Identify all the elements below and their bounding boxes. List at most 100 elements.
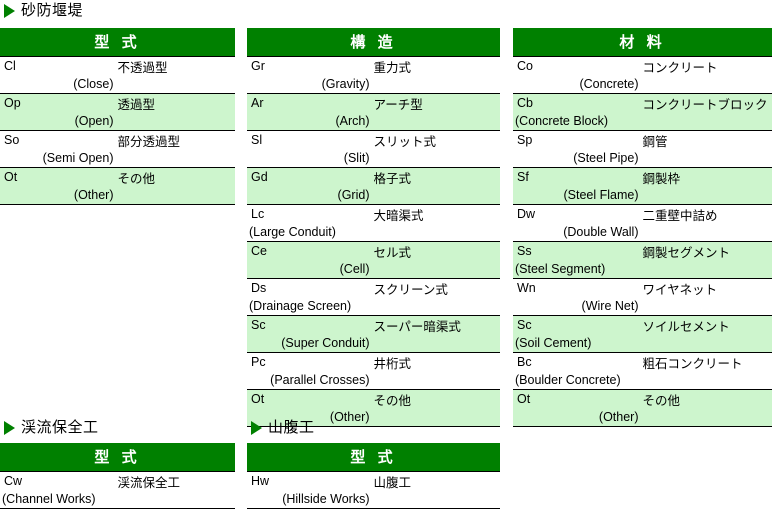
table-sabo-dam-type: 型 式 Cl (Close) 不透過型 Op (Open) 透過型 So (Se…: [0, 28, 235, 205]
table-row: Ar (Arch) アーチ型: [247, 93, 500, 131]
table-row: Sc (Super Conduit) スーパー暗渠式: [247, 315, 500, 353]
table-row: Sc (Soil Cement) ソイルセメント: [513, 315, 772, 353]
japanese-label: 渓流保全工: [117, 471, 235, 509]
code-abbr: Cb: [517, 96, 533, 110]
japanese-label: スーパー暗渠式: [373, 315, 500, 353]
table-row: Dw (Double Wall) 二重壁中詰め: [513, 204, 772, 242]
table-row: Cw (Channel Works) 渓流保全工: [0, 471, 235, 509]
code-cell: Sf (Steel Flame): [513, 167, 643, 205]
table-row: Sp (Steel Pipe) 鋼管: [513, 130, 772, 168]
japanese-label: その他: [642, 389, 772, 427]
table-row: Gd (Grid) 格子式: [247, 167, 500, 205]
code-abbr: Cl: [4, 59, 16, 73]
table-row: Wn (Wire Net) ワイヤネット: [513, 278, 772, 316]
code-abbr: Ot: [251, 392, 265, 406]
code-english: (Parallel Crosses): [270, 373, 370, 387]
triangle-right-icon: [4, 421, 15, 435]
code-abbr: Dw: [517, 207, 536, 221]
table-header-row: 材 料: [513, 28, 772, 57]
code-english: (Slit): [343, 151, 370, 165]
table-row: Gr (Gravity) 重力式: [247, 56, 500, 94]
table-header-row: 型 式: [247, 443, 500, 472]
code-abbr: Ce: [251, 244, 267, 258]
table-header-row: 型 式: [0, 443, 235, 472]
code-english: (Open): [74, 114, 114, 128]
table-row: Ds (Drainage Screen) スクリーン式: [247, 278, 500, 316]
japanese-label: 部分透過型: [117, 130, 235, 168]
japanese-label: 二重壁中詰め: [642, 204, 772, 242]
code-abbr: Ds: [251, 281, 267, 295]
code-cell: So (Semi Open): [0, 130, 118, 168]
code-cell: Pc (Parallel Crosses): [247, 352, 374, 390]
table-header-label: 型 式: [0, 28, 235, 57]
table-row: Co (Concrete) コンクリート: [513, 56, 772, 94]
table-row: Op (Open) 透過型: [0, 93, 235, 131]
japanese-label: コンクリートブロック: [642, 93, 772, 131]
code-cell: Ce (Cell): [247, 241, 374, 279]
code-cell: Sc (Super Conduit): [247, 315, 374, 353]
japanese-label: 鋼管: [642, 130, 772, 168]
code-abbr: Hw: [251, 474, 270, 488]
code-english: (Other): [73, 188, 114, 202]
code-english: (Semi Open): [42, 151, 114, 165]
table-header-row: 型 式: [0, 28, 235, 57]
code-english: (Wire Net): [581, 299, 639, 313]
code-english: (Large Conduit): [249, 225, 336, 239]
section-title: 渓流保全工: [21, 419, 99, 436]
table-sanpukuko-type: 型 式 Hw (Hillside Works) 山腹工: [247, 443, 500, 509]
table-row: Cl (Close) 不透過型: [0, 56, 235, 94]
code-english: (Cell): [339, 262, 370, 276]
code-english: (Super Conduit): [281, 336, 370, 350]
table-sabo-dam-material: 材 料 Co (Concrete) コンクリート Cb (Concrete Bl…: [513, 28, 772, 427]
table-header-label: 型 式: [0, 443, 235, 472]
code-abbr: Sf: [517, 170, 529, 184]
table-keiryu-hozenko-type: 型 式 Cw (Channel Works) 渓流保全工: [0, 443, 235, 509]
table-row: Bc (Boulder Concrete) 粗石コンクリート: [513, 352, 772, 390]
japanese-label: セル式: [373, 241, 500, 279]
table-row: Sl (Slit) スリット式: [247, 130, 500, 168]
code-abbr: Wn: [517, 281, 536, 295]
code-english: (Grid): [337, 188, 370, 202]
code-abbr: Ot: [517, 392, 531, 406]
code-cell: Gd (Grid): [247, 167, 374, 205]
code-abbr: Pc: [251, 355, 266, 369]
code-abbr: Cw: [4, 474, 23, 488]
code-cell: Ot (Other): [513, 389, 643, 427]
code-english: (Arch): [335, 114, 370, 128]
japanese-label: 粗石コンクリート: [642, 352, 772, 390]
japanese-label: ワイヤネット: [642, 278, 772, 316]
code-abbr: Ot: [4, 170, 18, 184]
code-english: (Steel Flame): [563, 188, 639, 202]
table-row: Ot (Other) その他: [0, 167, 235, 205]
code-abbr: Sp: [517, 133, 533, 147]
japanese-label: ソイルセメント: [642, 315, 772, 353]
code-cell: Co (Concrete): [513, 56, 643, 94]
code-english: (Steel Pipe): [573, 151, 639, 165]
code-cell: Sp (Steel Pipe): [513, 130, 643, 168]
code-cell: Gr (Gravity): [247, 56, 374, 94]
code-abbr: Op: [4, 96, 21, 110]
table-row: Sf (Steel Flame) 鋼製枠: [513, 167, 772, 205]
japanese-label: 不透過型: [117, 56, 235, 94]
code-english: (Drainage Screen): [249, 299, 352, 313]
code-abbr: Sl: [251, 133, 263, 147]
table-row: Hw (Hillside Works) 山腹工: [247, 471, 500, 509]
table-header-label: 材 料: [513, 28, 772, 57]
japanese-label: コンクリート: [642, 56, 772, 94]
code-abbr: Gd: [251, 170, 268, 184]
table-header-row: 構 造: [247, 28, 500, 57]
code-cell: Lc (Large Conduit): [247, 204, 374, 242]
code-cell: Cw (Channel Works): [0, 471, 118, 509]
table-row: So (Semi Open) 部分透過型: [0, 130, 235, 168]
japanese-label: スクリーン式: [373, 278, 500, 316]
code-english: (Concrete): [579, 77, 639, 91]
table-header-label: 型 式: [247, 443, 500, 472]
japanese-label: その他: [373, 389, 500, 427]
japanese-label: 山腹工: [373, 471, 500, 509]
code-abbr: Ar: [251, 96, 264, 110]
code-cell: Ar (Arch): [247, 93, 374, 131]
page-root: 砂防堰堤 型 式 Cl (Close) 不透過型 Op (Open) 透過型 S…: [0, 0, 777, 510]
code-cell: Ss (Steel Segment): [513, 241, 643, 279]
code-cell: Sl (Slit): [247, 130, 374, 168]
code-cell: Cb (Concrete Block): [513, 93, 643, 131]
